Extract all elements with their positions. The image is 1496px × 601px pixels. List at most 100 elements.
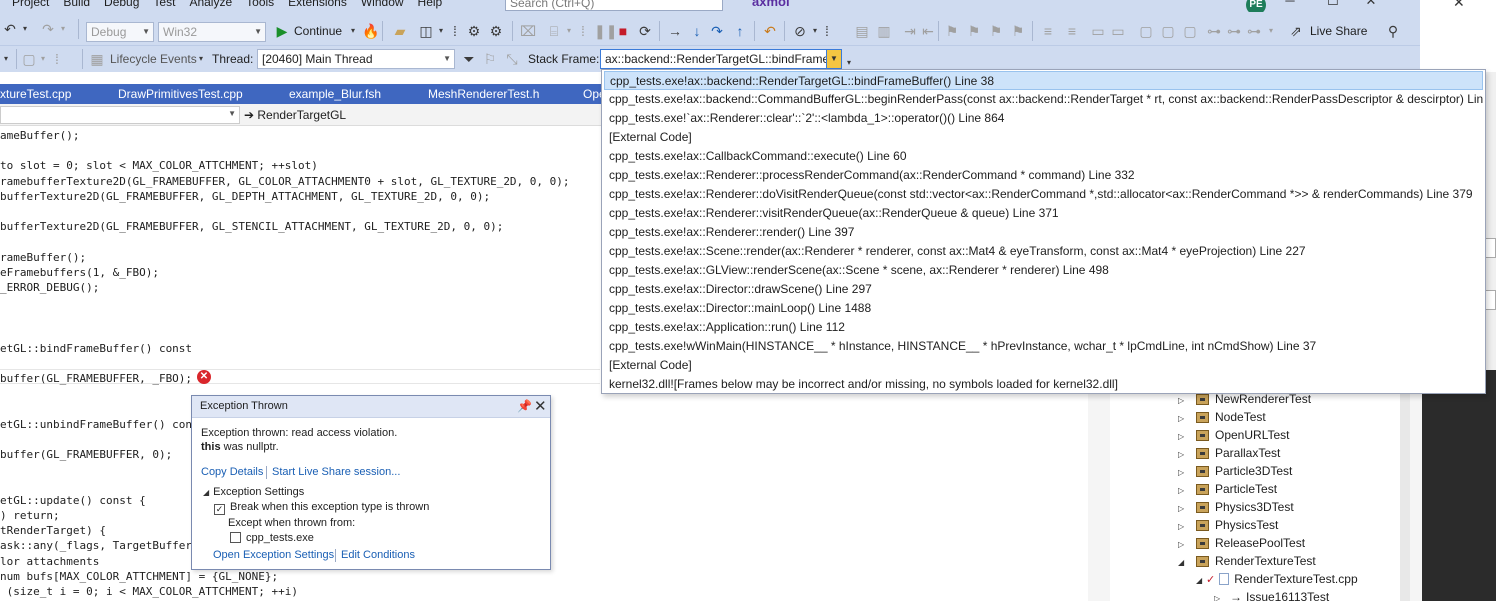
- stack-frame-item[interactable]: cpp_tests.exe!ax::Scene::render(ax::Rend…: [604, 242, 1483, 261]
- tab-mesh-renderer-test[interactable]: MeshRendererTest.h: [428, 84, 583, 104]
- outline-icon[interactable]: ▭: [1090, 22, 1106, 40]
- outline2-icon[interactable]: ▭: [1110, 22, 1126, 40]
- step-out-icon[interactable]: ↑: [732, 22, 748, 40]
- copy-details-link[interactable]: Copy Details: [201, 466, 263, 478]
- breakpoints-dropdown-icon[interactable]: ▾: [564, 22, 574, 40]
- stack-frame-item[interactable]: cpp_tests.exe!ax::Director::mainLoop() L…: [604, 299, 1483, 318]
- tool-icon[interactable]: ⚙: [466, 22, 482, 40]
- link2-icon[interactable]: ⊶: [1226, 22, 1242, 40]
- stack-frame-item[interactable]: cpp_tests.exe!ax::CallbackCommand::execu…: [604, 147, 1483, 166]
- stack-frame-item[interactable]: cpp_tests.exe!`ax::Renderer::clear'::`2'…: [604, 109, 1483, 128]
- start-live-share-link[interactable]: Start Live Share session...: [272, 466, 400, 478]
- continue-dropdown-icon[interactable]: ▾: [348, 22, 358, 40]
- diagnostics-icon[interactable]: ◫: [418, 22, 434, 40]
- break-when-thrown-checkbox[interactable]: ✓ Break when this exception type is throw…: [214, 501, 429, 515]
- stack-frame-item[interactable]: cpp_tests.exe!ax::Renderer::doVisitRende…: [604, 185, 1483, 204]
- comment-icon[interactable]: ▤: [854, 22, 870, 40]
- stack-frame-item[interactable]: [External Code]: [604, 128, 1483, 147]
- step-marker-icon[interactable]: ⌧: [520, 22, 536, 40]
- user-avatar[interactable]: PE: [1246, 0, 1266, 12]
- toolbar-more-icon[interactable]: ⁞: [448, 22, 462, 40]
- next-bookmark-icon[interactable]: ⚑: [988, 22, 1004, 40]
- menu-item-window[interactable]: Window: [361, 0, 418, 9]
- continue-button[interactable]: Continue: [294, 22, 342, 40]
- lifecycle-dropdown-icon[interactable]: ▾: [196, 50, 206, 68]
- open-folder-icon[interactable]: ▰: [392, 22, 408, 40]
- tree-item[interactable]: ▷ ParticleTest: [1178, 480, 1277, 498]
- collapse-icon[interactable]: ◢: [1196, 572, 1206, 590]
- tree-item[interactable]: ▷ → Issue16113Test: [1214, 588, 1329, 601]
- window3-icon[interactable]: ▢: [1182, 22, 1198, 40]
- hot-reload-icon[interactable]: 🔥: [362, 22, 379, 40]
- tree-item[interactable]: ▷ ParallaxTest: [1178, 444, 1280, 462]
- bookmark-icon[interactable]: ⚑: [944, 22, 960, 40]
- undo-dropdown-icon[interactable]: ▾: [20, 20, 30, 38]
- undo-icon[interactable]: ↶: [2, 20, 18, 38]
- toolbar-overflow-icon[interactable]: ▾: [0, 50, 12, 68]
- platform-combo[interactable]: Win32 ▼: [158, 22, 266, 42]
- live-share-button[interactable]: Live Share: [1310, 22, 1367, 40]
- search-input[interactable]: Search (Ctrl+Q): [505, 0, 723, 11]
- open-exception-settings-link[interactable]: Open Exception Settings: [213, 549, 334, 561]
- tree-item[interactable]: ▷ PhysicsTest: [1178, 516, 1278, 534]
- project-scope-combo[interactable]: ▼: [0, 106, 240, 124]
- stack-frame-item[interactable]: cpp_tests.exe!ax::Renderer::render() Lin…: [604, 223, 1483, 242]
- close-icon[interactable]: ✕: [534, 397, 547, 415]
- restart-icon[interactable]: ⟳: [637, 22, 653, 40]
- stack-frame-item[interactable]: cpp_tests.exe!ax::Renderer::visitRenderQ…: [604, 204, 1483, 223]
- redo-dropdown-icon[interactable]: ▾: [58, 20, 68, 38]
- error-icon[interactable]: ✕: [197, 370, 211, 384]
- continue-icon[interactable]: ▶: [275, 22, 289, 40]
- edit-conditions-link[interactable]: Edit Conditions: [341, 549, 415, 561]
- menu-item-build[interactable]: Build: [63, 0, 104, 9]
- toolbar-more-icon[interactable]: ⁞: [576, 22, 590, 40]
- pin-icon[interactable]: 📌: [517, 399, 532, 413]
- window2-icon[interactable]: ▢: [1160, 22, 1176, 40]
- exception-settings-header[interactable]: ◢ Exception Settings: [203, 486, 304, 498]
- process-icon[interactable]: ▢: [22, 50, 36, 68]
- menu-item-test[interactable]: Test: [153, 0, 189, 9]
- tree-item[interactable]: ◢ RenderTextureTest: [1178, 552, 1316, 570]
- outdent-icon[interactable]: ⇤: [920, 22, 936, 40]
- menu-item-help[interactable]: Help: [418, 0, 457, 9]
- tree-item[interactable]: ▷ Physics3DTest: [1178, 498, 1294, 516]
- type-scope[interactable]: ➔ RenderTargetGL: [244, 106, 346, 124]
- maximize-icon[interactable]: ☐: [1326, 0, 1340, 8]
- tool2-icon[interactable]: ⚙: [488, 22, 504, 40]
- step-into-icon[interactable]: ↓: [689, 22, 705, 40]
- filter-icon[interactable]: ⏷: [461, 50, 477, 68]
- stack-frame-item[interactable]: cpp_tests.exe!ax::backend::RenderTargetG…: [604, 71, 1483, 90]
- menu-item-tools[interactable]: Tools: [246, 0, 288, 9]
- link3-icon[interactable]: ⊶: [1246, 22, 1262, 40]
- tree-item[interactable]: ▷ OpenURLTest: [1178, 426, 1289, 444]
- stack-frame-item[interactable]: cpp_tests.exe!ax::GLView::renderScene(ax…: [604, 261, 1483, 280]
- redo-icon[interactable]: ↷: [40, 20, 56, 38]
- clear-bookmarks-icon[interactable]: ⚑: [1010, 22, 1026, 40]
- minimize-icon[interactable]: ─: [1283, 0, 1297, 8]
- breakpoints-icon[interactable]: ⌸: [546, 22, 562, 40]
- format-icon[interactable]: ≡: [1040, 22, 1056, 40]
- feedback-icon[interactable]: ⚲: [1384, 22, 1402, 40]
- stack-frame-item[interactable]: kernel32.dll![Frames below may be incorr…: [604, 375, 1483, 394]
- close-window-icon[interactable]: ✕: [1364, 0, 1378, 8]
- toolbar-overflow-icon[interactable]: ▾: [1266, 22, 1276, 40]
- flag-threads-icon[interactable]: ⚐: [482, 50, 498, 68]
- window-icon[interactable]: ▢: [1138, 22, 1154, 40]
- lifecycle-icon[interactable]: ▦: [90, 50, 104, 68]
- collapse-icon[interactable]: ◢: [1178, 554, 1188, 572]
- tree-item[interactable]: ▷ ReleasePoolTest: [1178, 534, 1305, 552]
- indent-icon[interactable]: ⇥: [902, 22, 918, 40]
- stack-frame-item[interactable]: cpp_tests.exe!ax::Renderer::processRende…: [604, 166, 1483, 185]
- expand-icon[interactable]: ▷: [1214, 590, 1224, 601]
- configuration-combo[interactable]: Debug ▼: [86, 22, 154, 42]
- prev-bookmark-icon[interactable]: ⚑: [966, 22, 982, 40]
- step-over-icon[interactable]: ↷: [709, 22, 725, 40]
- show-next-statement-icon[interactable]: →: [667, 22, 683, 40]
- stack-frame-combo[interactable]: ax::backend::RenderTargetGL::bindFrameBu…: [600, 49, 842, 69]
- tab-render-texture-test[interactable]: xtureTest.cpp: [0, 84, 118, 104]
- menu-item-extensions[interactable]: Extensions: [288, 0, 361, 9]
- tab-example-blur[interactable]: example_Blur.fsh: [289, 84, 428, 104]
- link-icon[interactable]: ⊶: [1206, 22, 1222, 40]
- pause-icon[interactable]: ❚❚: [594, 22, 617, 40]
- process-dropdown-icon[interactable]: ▾: [38, 50, 48, 68]
